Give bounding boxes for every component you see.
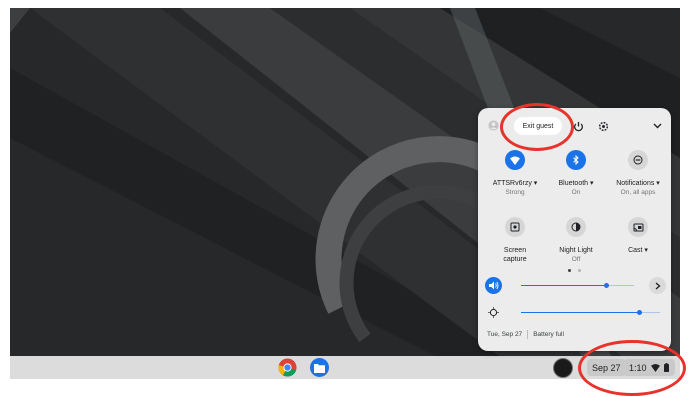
chrome-icon[interactable] [278,358,297,377]
brightness-slider-knob[interactable] [637,310,642,315]
night-light-label: Night Light [559,247,593,254]
volume-slider-knob[interactable] [604,283,609,288]
cast-label: Cast ▾ [628,247,648,254]
chevron-right-icon [655,282,660,289]
night-light-toggle[interactable] [566,217,586,237]
brightness-slider-fill[interactable] [521,312,639,313]
brightness-button [485,304,502,321]
collapse-chevron-icon[interactable] [652,121,663,131]
wifi-label: ATTSRv6rzy ▾ [492,180,538,187]
wifi-feature[interactable]: ATTSRv6rzy ▾ Strong [485,150,545,197]
screen-capture-icon [510,222,520,232]
avatar-icon[interactable] [553,358,573,378]
screen-capture-feature[interactable]: Screen capture [485,217,545,264]
cast-feature[interactable]: Cast ▾ [608,217,668,255]
page-dot-active[interactable] [568,269,571,272]
volume-slider-fill[interactable] [521,285,606,286]
guest-avatar-icon [487,119,499,131]
audio-settings-button[interactable] [649,277,666,294]
night-light-feature[interactable]: Night Light Off [546,217,606,264]
brightness-icon [488,307,499,318]
wifi-status: Strong [505,189,525,196]
night-light-icon [571,222,581,232]
page-dot[interactable] [578,269,581,272]
notifications-feature[interactable]: Notifications ▾ On, all apps [608,150,668,197]
bluetooth-icon [573,155,579,165]
volume-mute-button[interactable] [485,277,502,294]
files-icon[interactable] [310,358,329,377]
screen-capture-toggle[interactable] [505,217,525,237]
footer-divider [527,330,529,339]
screen-capture-label: Screen capture [503,247,527,263]
bluetooth-status: On [571,189,581,196]
bluetooth-toggle[interactable] [566,150,586,170]
quick-settings-footer: Tue, Sep 27 Battery full [487,330,564,339]
bluetooth-label: Bluetooth ▾ [558,180,594,187]
cast-icon [633,223,643,231]
cast-toggle[interactable] [628,217,648,237]
volume-icon [488,281,498,290]
footer-battery: Battery full [533,331,564,338]
notifications-toggle[interactable] [628,150,648,170]
night-light-status: Off [571,256,581,263]
bluetooth-feature[interactable]: Bluetooth ▾ On [546,150,606,197]
annotation-circle-status-area [578,340,686,396]
brightness-slider-track[interactable] [639,312,660,313]
wifi-icon [510,156,520,165]
settings-icon[interactable] [597,120,609,132]
annotation-circle-exit-guest [500,103,574,151]
notifications-status: On, all apps [620,189,656,196]
volume-slider-track[interactable] [606,285,634,286]
do-not-disturb-icon [633,155,643,165]
wifi-toggle[interactable] [505,150,525,170]
notifications-label: Notifications ▾ [616,180,660,187]
footer-date[interactable]: Tue, Sep 27 [487,331,522,338]
